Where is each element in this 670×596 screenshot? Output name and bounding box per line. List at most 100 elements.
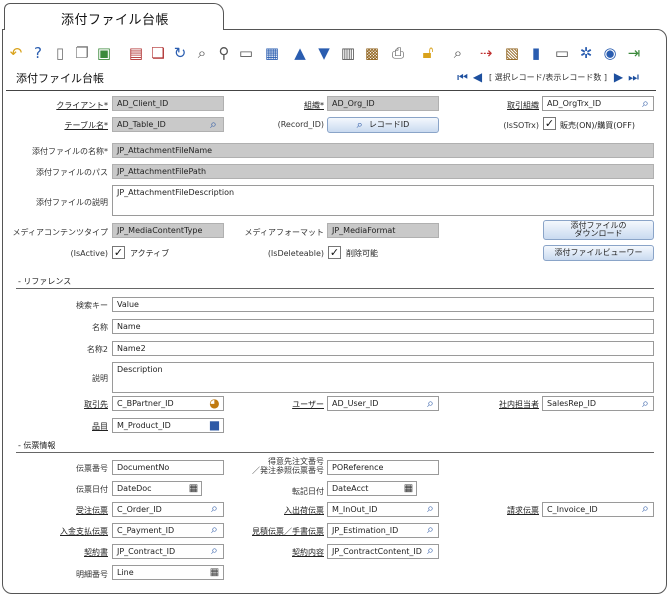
lock-icon[interactable]: 🔓︎	[418, 42, 438, 64]
next-record-icon[interactable]: ▼	[314, 42, 334, 64]
request-icon[interactable]: ▮	[526, 42, 546, 64]
org-label[interactable]: 組織*	[255, 100, 324, 111]
is-deleteable-checkbox[interactable]: ✓	[328, 246, 341, 259]
report-icon[interactable]: ▥	[338, 42, 358, 64]
po-reference-label-line1: 得意先注文番号	[268, 457, 324, 466]
po-reference-field[interactable]: POReference	[327, 460, 439, 475]
product-label[interactable]: 品目	[30, 421, 108, 432]
toolbar: ↶ ? ▯ ❐ ▣ ▤ ❏ ↻ ⌕ ⚲ ▭ ▦ ▲ ▼ ▥ ▩ ⎙ 🔓︎ ⌕ ⇢…	[4, 42, 644, 68]
calendar-icon[interactable]: ▦	[186, 481, 201, 495]
user-label[interactable]: ユーザー	[255, 399, 324, 410]
inout-label[interactable]: 入出荷伝票	[255, 505, 324, 516]
org-field[interactable]: AD_Org_ID	[327, 96, 439, 111]
multi-save-icon[interactable]: ❏	[148, 42, 168, 64]
info-icon[interactable]: ▭	[552, 42, 572, 64]
file-name-field[interactable]: JP_AttachmentFileName	[112, 143, 654, 158]
print-icon[interactable]: ⎙	[388, 42, 408, 64]
name2-field[interactable]: Name2	[112, 341, 654, 356]
is-active-checkbox[interactable]: ✓	[112, 246, 125, 259]
delete-icon[interactable]: ▣	[94, 42, 114, 64]
search-icon[interactable]: ⌕	[207, 543, 222, 557]
product-info-icon[interactable]: ▧	[502, 42, 522, 64]
help-icon[interactable]: ?	[28, 42, 48, 64]
estimation-label[interactable]: 見積伝票／手書伝票	[240, 526, 324, 537]
workflow-icon[interactable]: ⇢	[476, 42, 496, 64]
name-label: 名称	[92, 323, 108, 332]
date-acct-label: 転記日付	[292, 487, 324, 496]
search-icon[interactable]: ⌕	[638, 96, 653, 110]
search-icon[interactable]: ⌕	[206, 117, 221, 131]
download-button-line2: ダウンロード	[574, 229, 623, 238]
zoom-across-icon[interactable]: ⌕	[448, 42, 468, 64]
file-path-field[interactable]: JP_AttachmentFilePath	[112, 164, 654, 179]
search-key-field[interactable]: Value	[112, 297, 654, 312]
zoom-icon: ⌕	[356, 118, 363, 131]
archive-icon[interactable]: ▩	[362, 42, 382, 64]
file-desc-field[interactable]: JP_AttachmentFileDescription	[112, 185, 654, 216]
first-record-icon[interactable]: ⏮	[456, 70, 469, 85]
bpartner-icon[interactable]: ◕	[207, 396, 222, 410]
attachment-icon[interactable]: ⚲	[214, 42, 234, 64]
media-format-field[interactable]: JP_MediaFormat	[327, 223, 439, 238]
invoice-label[interactable]: 請求伝票	[465, 505, 539, 516]
contract-label[interactable]: 契約書	[30, 547, 108, 558]
org-trx-label[interactable]: 取引組織	[465, 100, 539, 111]
name-field[interactable]: Name	[112, 319, 654, 334]
undo-icon[interactable]: ↶	[6, 42, 26, 64]
reference-section-header[interactable]: - リファレンス	[18, 276, 71, 287]
calendar-icon[interactable]: ▦	[401, 481, 416, 495]
chat-icon[interactable]: ▭	[236, 42, 256, 64]
document-section-header[interactable]: - 伝票情報	[18, 440, 55, 451]
prev-record-icon[interactable]: ◀	[471, 70, 484, 84]
client-field[interactable]: AD_Client_ID	[112, 96, 224, 111]
grid-toggle-icon[interactable]: ▦	[262, 42, 282, 64]
save-icon[interactable]: ▤	[126, 42, 146, 64]
product-icon[interactable]: ■	[207, 418, 222, 432]
user-icon[interactable]: ◉	[600, 42, 620, 64]
sales-rep-label[interactable]: 社内担当者	[465, 399, 539, 410]
media-format-label: メディアフォーマット	[244, 228, 324, 237]
search-icon[interactable]: ⌕	[638, 396, 653, 410]
record-id-button[interactable]: ⌕ レコードID	[327, 117, 439, 133]
find-icon[interactable]: ⌕	[192, 42, 212, 64]
previous-record-icon[interactable]: ▲	[290, 42, 310, 64]
description-label: 説明	[92, 374, 108, 383]
new-record-icon[interactable]: ▯	[50, 42, 70, 64]
download-button[interactable]: 添付ファイルの ダウンロード	[543, 220, 654, 240]
exit-icon[interactable]: ⇥	[624, 42, 644, 64]
client-label[interactable]: クライアント*	[30, 100, 108, 111]
contract-content-label[interactable]: 契約内容	[255, 547, 324, 558]
settings-icon[interactable]: ✲	[576, 42, 596, 64]
refresh-icon[interactable]: ↻	[170, 42, 190, 64]
search-icon[interactable]: ⌕	[207, 501, 222, 515]
document-no-field[interactable]: DocumentNo	[112, 460, 224, 475]
calculator-icon[interactable]: ▦	[207, 565, 222, 579]
search-icon[interactable]: ⌕	[423, 396, 438, 410]
last-record-icon[interactable]: ⏭	[627, 70, 640, 85]
payment-label[interactable]: 入金支払伝票	[30, 526, 108, 537]
search-icon[interactable]: ⌕	[207, 522, 222, 536]
search-icon[interactable]: ⌕	[423, 501, 438, 515]
order-label[interactable]: 受注伝票	[30, 505, 108, 516]
record-id-button-label: レコードID	[368, 120, 410, 129]
table-label[interactable]: テーブル名*	[30, 120, 108, 131]
search-icon[interactable]: ⌕	[638, 501, 653, 515]
is-sotrx-checkbox[interactable]: ✓	[543, 117, 556, 130]
window-tab[interactable]: 添付ファイル台帳	[4, 3, 224, 30]
description-field[interactable]: Description	[112, 362, 654, 393]
search-icon[interactable]: ⌕	[423, 543, 438, 557]
record-navigation: ⏮ ◀ [ 選択レコード/表示レコード数 ] ▶ ⏭	[456, 69, 640, 85]
viewer-button[interactable]: 添付ファイルビューワー	[543, 245, 654, 261]
window-tab-title: 添付ファイル台帳	[61, 13, 170, 28]
copy-record-icon[interactable]: ❐	[72, 42, 92, 64]
bpartner-label[interactable]: 取引先	[30, 399, 108, 410]
window-title: 添付ファイル台帳	[16, 72, 104, 85]
next-record-nav-icon[interactable]: ▶	[612, 70, 625, 84]
record-counter: [ 選択レコード/表示レコード数 ]	[489, 72, 608, 82]
media-content-type-field[interactable]: JP_MediaContentType	[112, 223, 224, 238]
document-no-label: 伝票番号	[76, 464, 108, 473]
search-icon[interactable]: ⌕	[423, 522, 438, 536]
line-label: 明細番号	[76, 570, 108, 579]
reference-section-line	[16, 288, 654, 289]
is-deleteable-checkbox-label: 削除可能	[346, 249, 378, 258]
